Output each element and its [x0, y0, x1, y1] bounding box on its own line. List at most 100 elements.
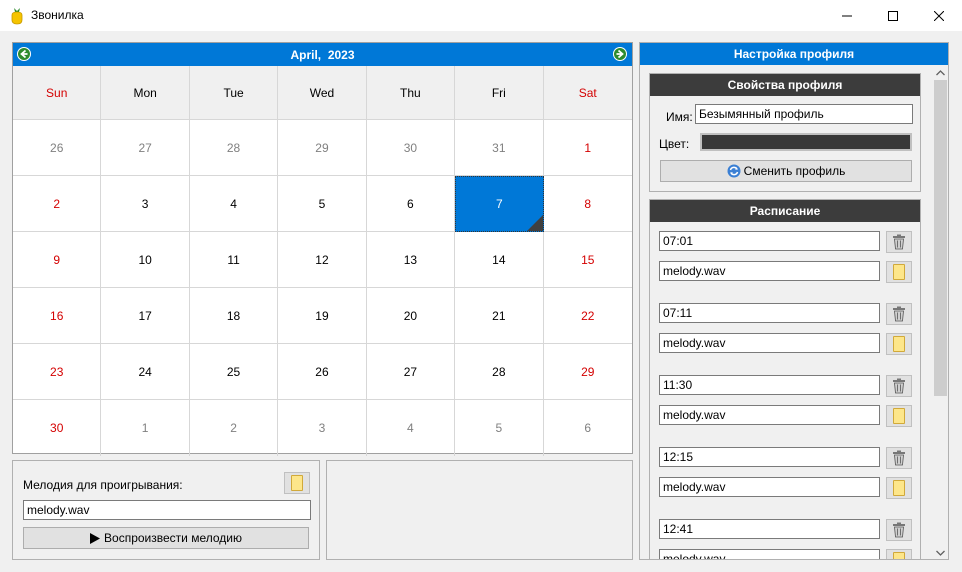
calendar-day[interactable]: 18 — [189, 288, 279, 344]
calendar-day[interactable]: 13 — [366, 232, 456, 288]
calendar-day[interactable]: 3 — [101, 176, 190, 232]
calendar-day[interactable]: 11 — [189, 232, 279, 288]
calendar-day[interactable]: 8 — [543, 176, 632, 232]
schedule-title: Расписание — [650, 200, 920, 222]
dow-header: Mon — [101, 66, 190, 120]
calendar-grid: Sun Mon Tue Wed Thu Fri Sat 26 27 28 29 … — [13, 66, 632, 456]
scroll-thumb[interactable] — [934, 80, 947, 396]
maximize-button[interactable] — [870, 0, 916, 31]
calendar-day[interactable]: 10 — [101, 232, 190, 288]
calendar: April, 2023 Sun Mon Tue Wed Thu Fri Sat … — [12, 42, 633, 456]
color-swatch[interactable] — [700, 133, 912, 151]
calendar-day[interactable]: 26 — [13, 120, 102, 176]
calendar-day[interactable]: 6 — [366, 176, 456, 232]
client-area: April, 2023 Sun Mon Tue Wed Thu Fri Sat … — [0, 31, 962, 572]
calendar-day[interactable]: 3 — [278, 400, 367, 456]
calendar-day-selected[interactable]: 7 — [455, 176, 544, 232]
delete-entry-button[interactable] — [886, 375, 912, 397]
schedule-time-input[interactable] — [659, 231, 880, 251]
app-icon — [11, 8, 23, 25]
calendar-day[interactable]: 30 — [13, 400, 102, 456]
schedule-melody-input[interactable] — [659, 549, 880, 559]
calendar-day[interactable]: 2 — [13, 176, 102, 232]
close-icon — [934, 10, 944, 21]
calendar-day[interactable]: 22 — [543, 288, 632, 344]
calendar-day[interactable]: 26 — [278, 344, 367, 400]
schedule-time-input[interactable] — [659, 303, 880, 323]
calendar-day[interactable]: 9 — [13, 232, 102, 288]
delete-entry-button[interactable] — [886, 519, 912, 541]
calendar-day[interactable]: 28 — [455, 344, 544, 400]
calendar-day[interactable]: 24 — [101, 344, 190, 400]
calendar-day[interactable]: 20 — [366, 288, 456, 344]
month-label[interactable]: April, — [290, 48, 321, 62]
schedule-melody-input[interactable] — [659, 477, 880, 497]
delete-entry-button[interactable] — [886, 303, 912, 325]
week-row: 16 17 18 19 20 21 22 — [13, 288, 632, 344]
week-row: 23 24 25 26 27 28 29 — [13, 344, 632, 400]
browse-entry-melody-button[interactable] — [886, 261, 912, 283]
maximize-icon — [888, 10, 898, 21]
calendar-day[interactable]: 23 — [13, 344, 102, 400]
calendar-day[interactable]: 27 — [101, 120, 190, 176]
vertical-scrollbar[interactable] — [932, 65, 948, 559]
scroll-down-button[interactable] — [932, 545, 948, 559]
schedule-melody-input[interactable] — [659, 261, 880, 281]
week-row: 2 3 4 5 6 7 8 — [13, 176, 632, 232]
schedule-time-input[interactable] — [659, 519, 880, 539]
arrow-right-icon — [614, 48, 626, 60]
calendar-day[interactable]: 1 — [543, 120, 632, 176]
play-melody-button[interactable]: Воспроизвести мелодию — [23, 527, 309, 549]
calendar-day[interactable]: 29 — [543, 344, 632, 400]
calendar-day[interactable]: 19 — [278, 288, 367, 344]
calendar-day[interactable]: 15 — [543, 232, 632, 288]
melody-label: Мелодия для проигрывания: — [23, 478, 183, 492]
calendar-day[interactable]: 12 — [278, 232, 367, 288]
browse-entry-melody-button[interactable] — [886, 405, 912, 427]
schedule-melody-input[interactable] — [659, 333, 880, 353]
calendar-day[interactable]: 28 — [189, 120, 279, 176]
melody-file-input[interactable] — [23, 500, 311, 520]
calendar-day[interactable]: 2 — [190, 400, 279, 456]
file-icon — [893, 480, 905, 496]
year-label[interactable]: 2023 — [328, 48, 355, 62]
trash-icon — [893, 522, 905, 538]
minimize-button[interactable] — [824, 0, 870, 31]
calendar-day[interactable]: 25 — [189, 344, 279, 400]
change-profile-button[interactable]: Сменить профиль — [660, 160, 912, 182]
browse-entry-melody-button[interactable] — [886, 333, 912, 355]
browse-entry-melody-button[interactable] — [886, 477, 912, 499]
calendar-day[interactable]: 27 — [366, 344, 456, 400]
file-icon — [893, 264, 905, 280]
calendar-day[interactable]: 17 — [101, 288, 190, 344]
calendar-day[interactable]: 29 — [278, 120, 367, 176]
dow-header: Wed — [278, 66, 367, 120]
name-label: Имя: — [666, 110, 693, 124]
calendar-day[interactable]: 4 — [367, 400, 456, 456]
calendar-day[interactable]: 31 — [455, 120, 544, 176]
calendar-day[interactable]: 6 — [544, 400, 632, 456]
trash-icon — [893, 234, 905, 250]
calendar-day[interactable]: 16 — [13, 288, 102, 344]
delete-entry-button[interactable] — [886, 447, 912, 469]
schedule-time-input[interactable] — [659, 447, 880, 467]
week-row: 26 27 28 29 30 31 1 — [13, 120, 632, 176]
week-row: 9 10 11 12 13 14 15 — [13, 232, 632, 288]
calendar-day[interactable]: 21 — [455, 288, 544, 344]
scroll-up-button[interactable] — [932, 65, 948, 80]
browse-melody-button[interactable] — [284, 472, 310, 494]
next-month-button[interactable] — [613, 47, 627, 61]
close-button[interactable] — [916, 0, 962, 31]
browse-entry-melody-button[interactable] — [886, 549, 912, 559]
calendar-day[interactable]: 14 — [455, 232, 544, 288]
schedule-time-input[interactable] — [659, 375, 880, 395]
profile-name-input[interactable] — [695, 104, 913, 124]
calendar-day[interactable]: 30 — [366, 120, 456, 176]
delete-entry-button[interactable] — [886, 231, 912, 253]
calendar-day[interactable]: 5 — [278, 176, 367, 232]
calendar-day[interactable]: 1 — [101, 400, 190, 456]
calendar-day[interactable]: 4 — [189, 176, 279, 232]
schedule-melody-input[interactable] — [659, 405, 880, 425]
calendar-day[interactable]: 5 — [455, 400, 544, 456]
dow-header: Tue — [189, 66, 279, 120]
